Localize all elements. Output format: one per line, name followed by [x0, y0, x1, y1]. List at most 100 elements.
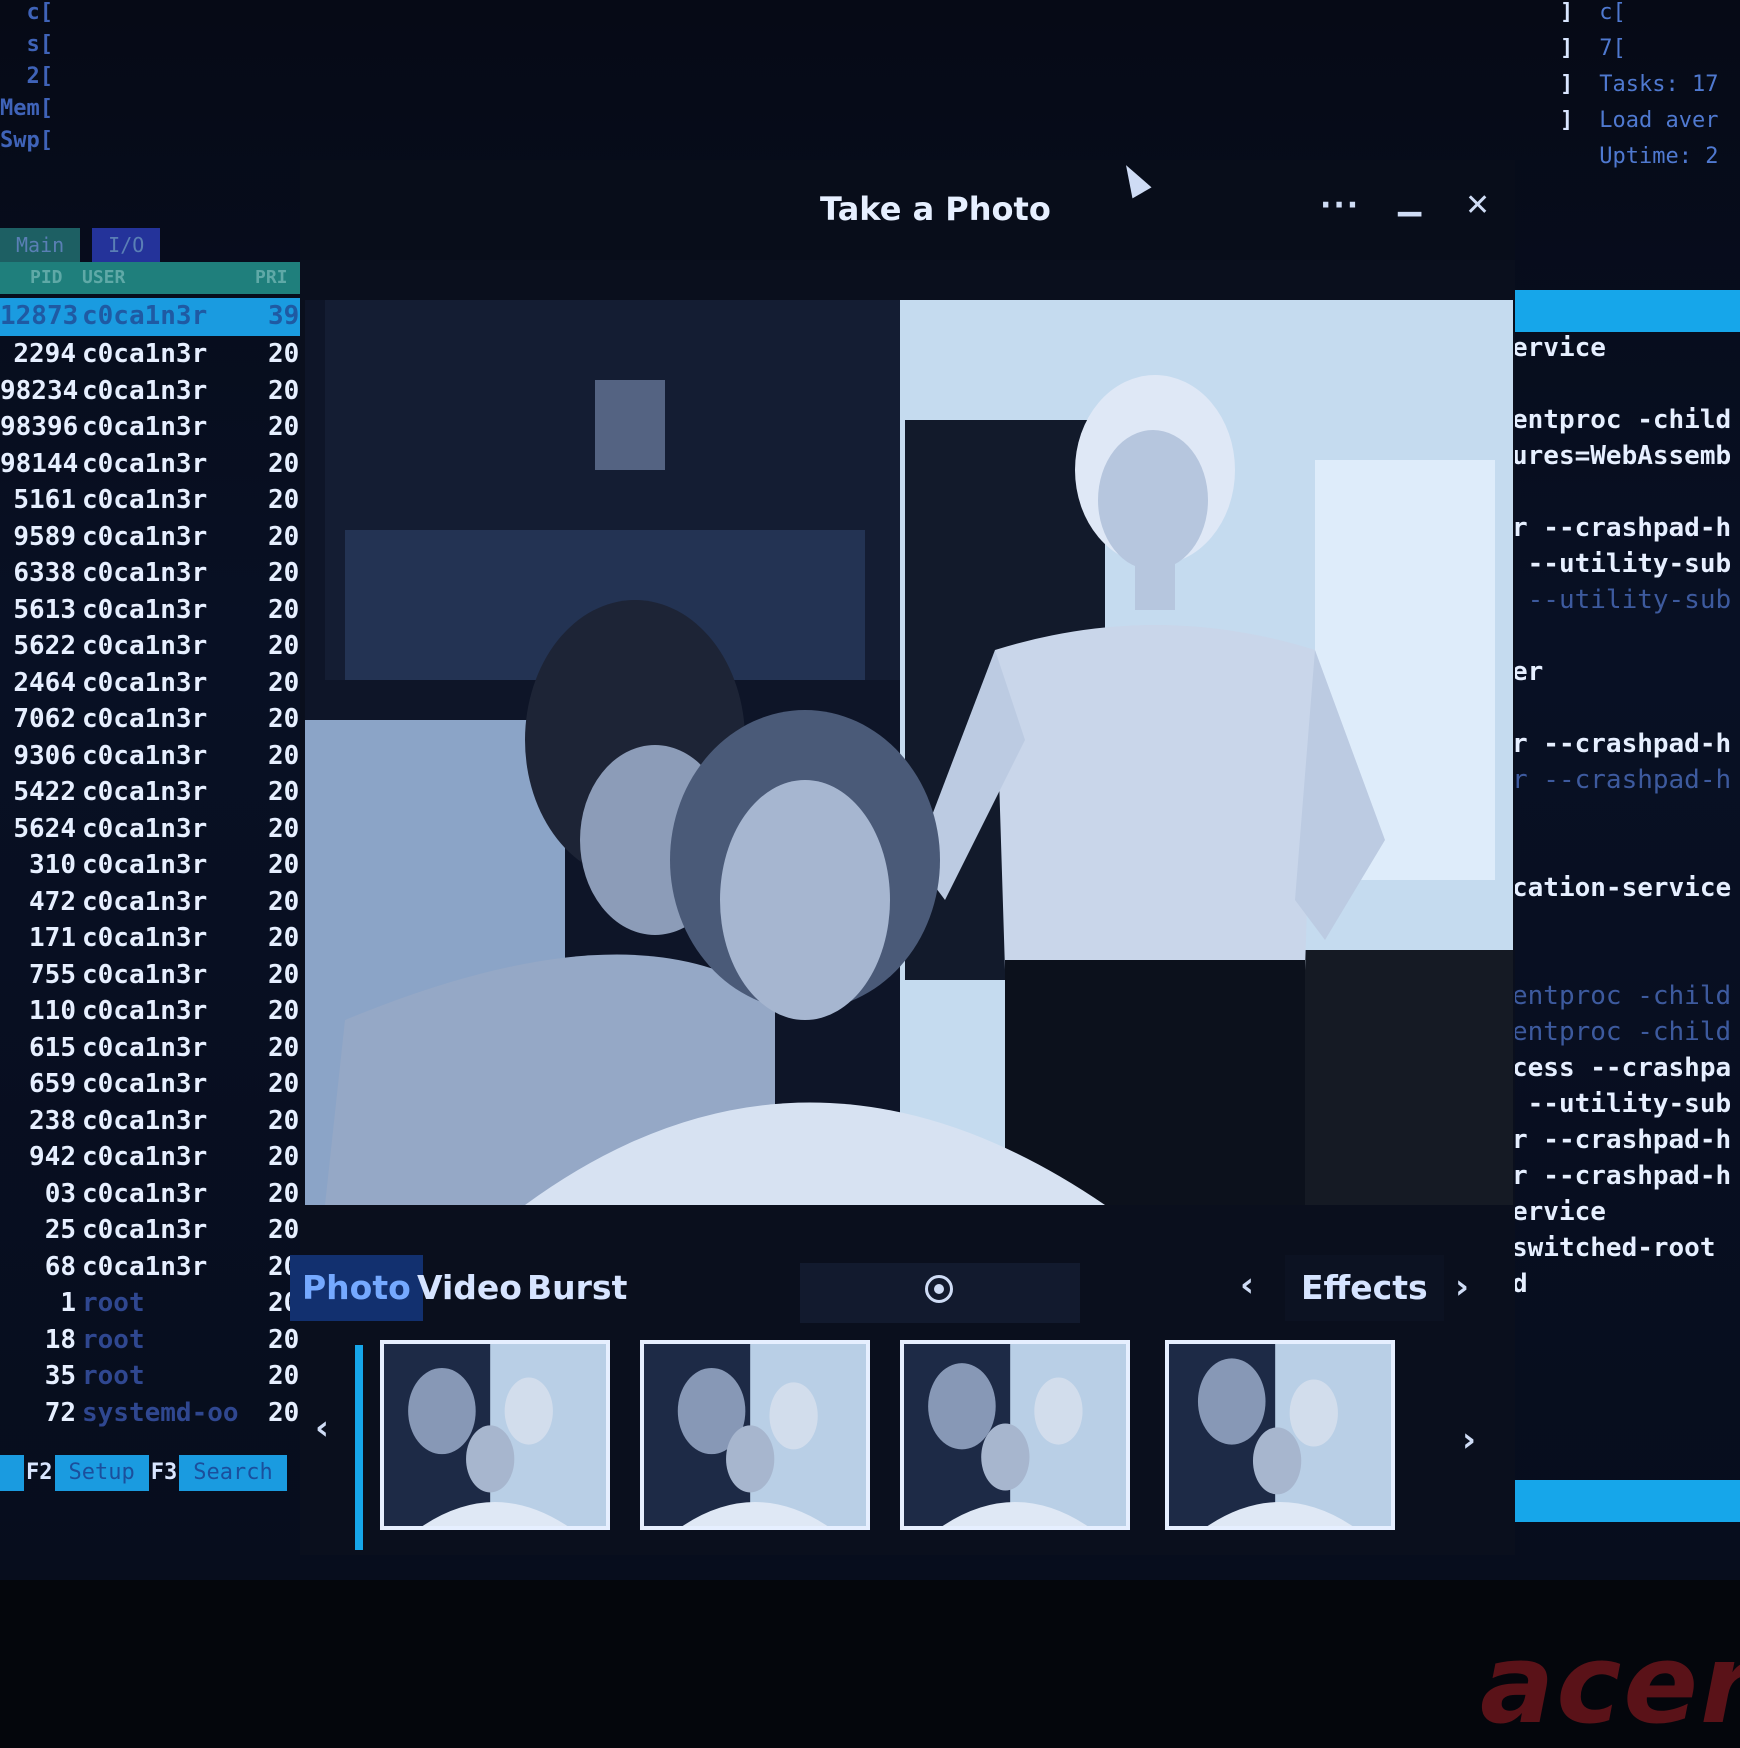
process-pid: 615 [29, 1032, 76, 1063]
window-titlebar[interactable]: Take a Photo ··· ▁ ✕ [300, 160, 1515, 260]
process-pri: 20 [268, 339, 300, 369]
tab-main[interactable]: Main [0, 228, 81, 262]
process-row[interactable]: 5613 c0ca1n3r 20 [0, 592, 335, 629]
command-line: cation-service [1512, 873, 1732, 903]
photo-thumbnail[interactable] [380, 1340, 610, 1530]
process-row[interactable]: 5622 c0ca1n3r 20 [0, 628, 335, 665]
process-user: c0ca1n3r [82, 339, 208, 369]
process-row[interactable]: 755 c0ca1n3r 20 [0, 957, 335, 994]
command-header-bar [1515, 290, 1740, 332]
process-row[interactable]: 659 c0ca1n3r 20 [0, 1066, 335, 1103]
close-icon[interactable]: ✕ [1465, 188, 1490, 223]
take-photo-button[interactable] [800, 1263, 1080, 1323]
process-row[interactable]: 1 root 20 [0, 1285, 335, 1322]
process-pid: 310 [29, 850, 76, 880]
photo-thumbnail[interactable] [900, 1340, 1130, 1530]
process-row[interactable]: 5161 c0ca1n3r 20 [0, 482, 335, 519]
process-pid: 03 [44, 1178, 76, 1209]
process-pri: 20 [268, 777, 300, 807]
effects-button[interactable]: Effects [1285, 1255, 1444, 1321]
process-user: systemd-oo [82, 1397, 239, 1428]
camera-preview-image [305, 300, 1513, 1205]
process-pid: 25 [44, 1215, 76, 1245]
process-row[interactable]: 25 c0ca1n3r 20 [0, 1212, 335, 1249]
process-pid: 942 [29, 1142, 76, 1172]
command-line: r --crashpad-h [1512, 729, 1732, 759]
process-row[interactable]: 98396 c0ca1n3r 20 [0, 409, 335, 446]
process-row[interactable]: 171 c0ca1n3r 20 [0, 920, 335, 957]
meter-row: Swp[ [0, 128, 53, 153]
process-pid: 18 [44, 1324, 76, 1355]
process-row[interactable]: 238 c0ca1n3r 20 [0, 1103, 335, 1140]
minimize-icon[interactable]: ▁ [1398, 182, 1421, 217]
process-row[interactable]: 110 c0ca1n3r 20 [0, 993, 335, 1030]
process-pid: 5422 [13, 777, 76, 807]
process-row[interactable]: 9589 c0ca1n3r 20 [0, 519, 335, 556]
process-pri: 20 [268, 886, 300, 917]
process-pri: 20 [268, 558, 300, 588]
tab-burst[interactable]: Burst [515, 1255, 639, 1321]
command-line: --utility-sub [1512, 1089, 1732, 1119]
command-line: entproc -child [1512, 981, 1732, 1011]
cpu-meters: c[ s[ 2[ Mem[ Swp[ [0, 0, 80, 160]
process-row[interactable]: 5624 c0ca1n3r 20 [0, 811, 335, 848]
process-row[interactable]: 5422 c0ca1n3r 20 [0, 774, 335, 811]
photo-thumbnail[interactable] [1165, 1340, 1395, 1530]
process-pri: 20 [268, 1324, 300, 1355]
more-icon[interactable]: ··· [1320, 188, 1360, 223]
process-pri: 20 [268, 1032, 300, 1063]
fn-search-button[interactable]: Search [179, 1455, 287, 1491]
process-pid: 110 [29, 996, 76, 1026]
process-user: root [82, 1361, 145, 1391]
selected-process-row[interactable]: 12873 c0ca1n3r 39 [0, 298, 335, 336]
summary-row: ] Load aver [1560, 108, 1719, 133]
effects-prev-icon[interactable]: ‹ [1240, 1265, 1254, 1305]
process-row[interactable]: 98144 c0ca1n3r 20 [0, 446, 335, 483]
command-line: r --crashpad-h [1512, 1161, 1732, 1191]
brand-logo: acer [1480, 1620, 1740, 1748]
process-row[interactable]: 942 c0ca1n3r 20 [0, 1139, 335, 1176]
meter-row: s[ [0, 32, 53, 57]
process-row[interactable]: 6338 c0ca1n3r 20 [0, 555, 335, 592]
camera-icon [925, 1275, 953, 1303]
command-line: entproc -child [1512, 405, 1732, 435]
effects-next-icon[interactable]: › [1455, 1267, 1469, 1307]
process-row[interactable]: 2294 c0ca1n3r 20 [0, 336, 335, 373]
process-row[interactable]: 9306 c0ca1n3r 20 [0, 738, 335, 775]
process-row[interactable]: 68 c0ca1n3r 20 [0, 1249, 335, 1286]
process-row[interactable]: 7062 c0ca1n3r 20 [0, 701, 335, 738]
process-pri: 20 [268, 521, 300, 552]
tab-io[interactable]: I/O [92, 228, 161, 262]
column-pid[interactable]: PID [30, 262, 63, 294]
fn-setup-button[interactable]: Setup [54, 1455, 149, 1491]
process-row[interactable]: 72 systemd-oo 20 [0, 1395, 335, 1432]
command-line: r --crashpad-h [1512, 513, 1732, 543]
process-pri: 20 [268, 1142, 300, 1172]
process-row[interactable]: 03 c0ca1n3r 20 [0, 1176, 335, 1213]
process-pri: 20 [268, 996, 300, 1026]
process-user: c0ca1n3r [82, 740, 208, 771]
process-row[interactable]: 35 root 20 [0, 1358, 335, 1395]
meter-row: Mem[ [0, 96, 53, 121]
photo-thumbnail[interactable] [640, 1340, 870, 1530]
tab-photo[interactable]: Photo [290, 1255, 423, 1321]
column-pri[interactable]: PRI [255, 262, 288, 294]
thumbnail-scrollbar[interactable] [355, 1345, 363, 1550]
process-row[interactable]: 18 root 20 [0, 1322, 335, 1359]
command-line: ervice [1512, 333, 1606, 363]
process-pri: 20 [268, 1069, 300, 1099]
process-pri: 20 [268, 594, 300, 625]
process-row[interactable]: 98234 c0ca1n3r 20 [0, 373, 335, 410]
process-pid: 98144 [0, 448, 79, 479]
process-pri: 20 [268, 1397, 300, 1428]
thumbnails-prev-icon[interactable]: ‹ [315, 1408, 329, 1448]
process-row[interactable]: 2464 c0ca1n3r 20 [0, 665, 335, 702]
command-line: entproc -child [1512, 1017, 1732, 1047]
column-user[interactable]: USER [82, 262, 125, 294]
process-row[interactable]: 310 c0ca1n3r 20 [0, 847, 335, 884]
process-pri: 20 [268, 448, 300, 479]
process-row[interactable]: 615 c0ca1n3r 20 [0, 1030, 335, 1067]
process-pri: 20 [268, 923, 300, 953]
process-pid: 6338 [13, 558, 76, 588]
process-row[interactable]: 472 c0ca1n3r 20 [0, 884, 335, 921]
